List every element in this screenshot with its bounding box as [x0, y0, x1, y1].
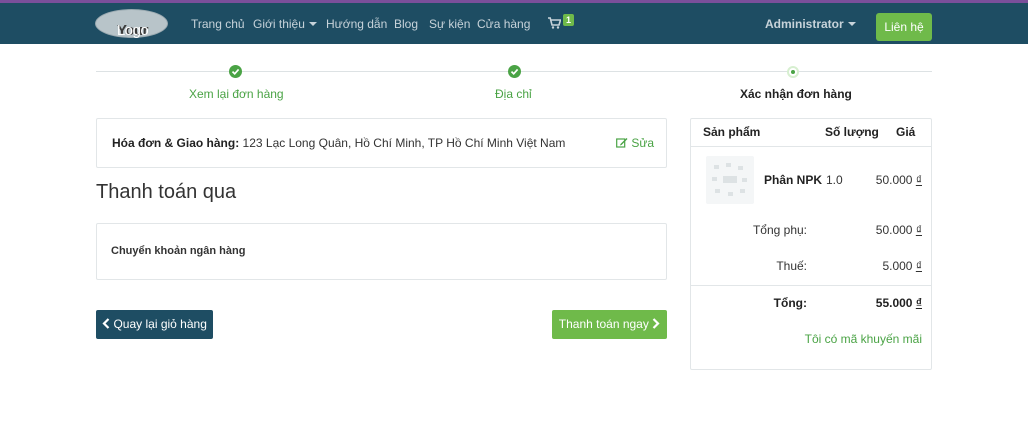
payment-method-box[interactable]: Chuyển khoản ngân hàng [96, 223, 667, 280]
total-amount: 55.000 [875, 296, 913, 310]
logo-text-logo: Logo [116, 22, 149, 39]
nav-item-about[interactable]: Giới thiệu [253, 17, 317, 31]
col-product: Sản phẩm [703, 125, 761, 139]
col-price: Giá [896, 125, 916, 139]
chevron-down-icon [308, 22, 317, 26]
tax-value: 5.000 ₫ [882, 259, 922, 273]
user-menu[interactable]: Administrator [765, 17, 856, 31]
chevron-right-icon [652, 318, 660, 329]
step-confirm-order: Xác nhận đơn hàng [740, 87, 852, 101]
nav-item-about-label: Giới thiệu [253, 17, 305, 31]
divider [691, 285, 931, 286]
address-value: 123 Lạc Long Quân, Hồ Chí Minh, TP Hồ Ch… [242, 136, 566, 150]
product-price: 50.000 ₫ [876, 173, 922, 187]
product-quantity: 1.0 [826, 173, 843, 187]
product-name: Phân NPK [764, 173, 823, 187]
total-label: Tổng: [773, 296, 807, 310]
product-price-value: 50.000 [875, 173, 913, 187]
nav-item-home[interactable]: Trang chủ [191, 17, 245, 31]
subtotal-amount: 50.000 [875, 223, 913, 237]
nav-item-events[interactable]: Sự kiện [429, 17, 470, 31]
back-to-cart-label: Quay lại giỏ hàng [113, 317, 207, 331]
col-quantity: Số lượng [825, 125, 879, 139]
edit-label: Sửa [631, 136, 655, 150]
currency-symbol: ₫ [915, 173, 922, 187]
cart-count-badge: 1 [563, 14, 575, 26]
nav-item-blog[interactable]: Blog [394, 17, 418, 31]
product-thumbnail [706, 156, 754, 204]
back-to-cart-button[interactable]: Quay lại giỏ hàng [96, 310, 213, 339]
address-label: Hóa đơn & Giao hàng: [112, 136, 240, 150]
billing-shipping-box: Hóa đơn & Giao hàng: 123 Lạc Long Quân, … [96, 118, 667, 168]
pay-now-label: Thanh toán ngay [558, 317, 649, 331]
cart-icon[interactable] [548, 17, 562, 32]
check-icon [229, 65, 242, 78]
check-icon [508, 65, 521, 78]
brand-logo[interactable]: Your Logo [95, 9, 168, 39]
contact-button[interactable]: Liên hệ [876, 13, 932, 41]
step-review-order[interactable]: Xem lại đơn hàng [189, 87, 284, 101]
navbar: Your Logo Trang chủ Giới thiệu Hướng dẫn … [0, 3, 1028, 44]
promo-code-link[interactable]: Tôi có mã khuyến mãi [805, 332, 922, 346]
pay-now-button[interactable]: Thanh toán ngay [552, 310, 667, 339]
nav-item-shop[interactable]: Cửa hàng [477, 17, 530, 31]
subtotal-label: Tổng phụ: [752, 223, 807, 237]
currency-symbol: ₫ [915, 296, 922, 310]
currency-symbol: ₫ [915, 223, 922, 237]
tax-label: Thuế: [776, 259, 807, 273]
user-name: Administrator [765, 17, 844, 31]
tax-amount: 5.000 [882, 259, 913, 273]
step-address[interactable]: Địa chỉ [495, 87, 532, 101]
chevron-down-icon [847, 22, 856, 26]
payment-method-label: Chuyển khoản ngân hàng [111, 245, 246, 257]
subtotal-value: 50.000 ₫ [876, 223, 922, 237]
edit-icon [616, 138, 628, 148]
payment-title: Thanh toán qua [96, 181, 237, 203]
edit-address-link[interactable]: Sửa [616, 136, 654, 150]
total-value: 55.000 ₫ [876, 296, 922, 310]
billing-shipping-address: Hóa đơn & Giao hàng: 123 Lạc Long Quân, … [112, 136, 565, 150]
current-step-icon [787, 66, 799, 78]
order-summary: Sản phẩm Số lượng Giá Phân NPK 1.0 50.00… [690, 118, 932, 370]
nav-item-guide[interactable]: Hướng dẫn [326, 17, 387, 31]
currency-symbol: ₫ [915, 259, 922, 273]
chevron-left-icon [102, 318, 110, 329]
divider [691, 146, 931, 147]
